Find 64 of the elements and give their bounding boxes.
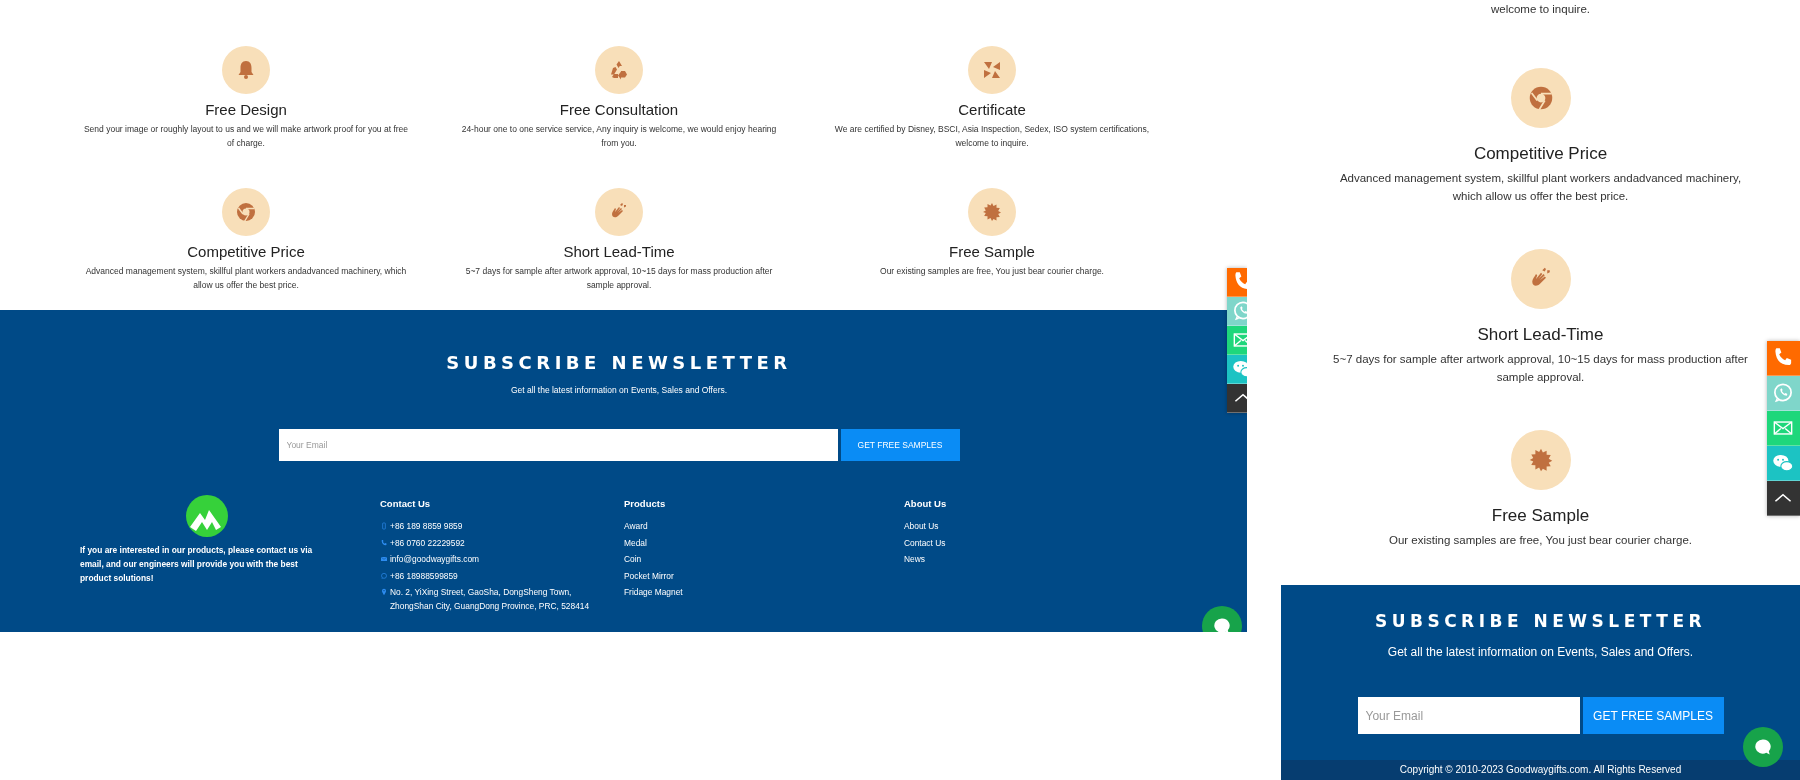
column-heading: About Us [904,498,948,509]
phone-icon[interactable] [1767,341,1800,376]
footer-link[interactable]: Fridage Magnet [624,585,683,599]
feature-description: Our existing samples are free, You just bear courier charge. [1389,533,1692,548]
mail-icon [380,555,388,563]
feature-title: Free Consultation [559,101,679,118]
mail-icon[interactable] [1767,411,1800,446]
footer-link[interactable]: News [904,552,925,566]
email-field[interactable]: Your Email [278,429,838,461]
feature-description: welcome to inquire. [1489,2,1592,17]
logo-icon [186,495,228,537]
feature-description: Send your image or roughly layout to us and we will make artwork proof for you at free of charge. [82,123,410,150]
feature-title: Certificate [958,101,1026,118]
contact-detail: +86 18988599859 [390,569,458,583]
phone-icon[interactable] [1227,268,1247,297]
feature-description: We are certified by Disney, BSCI, Asia Inspection, Sedex, ISO system certifications, welcome to inquire. [833,123,1151,150]
footer-link[interactable]: Coin [624,552,642,566]
contact-detail: No. 2, YiXing Street, GaoSha, DongSheng Town, ZhongShan City, GuangDong Province, PRC, 528414 [390,586,591,613]
footer-link[interactable]: About Us [904,519,939,533]
feature-description: Advanced management system, skillful plant workers andadvanced machinery, which allow us offer the best price. [84,265,408,292]
phone-icon [380,538,388,547]
feature-description: 5~7 days for sample after artwork approval, 10~15 days for mass production after sample approval. [464,265,774,292]
whatsapp-icon [380,571,388,580]
scroll-to-top-icon[interactable] [1227,384,1247,413]
mobile-phone-icon [380,522,388,530]
footer-link[interactable]: Award [624,519,648,533]
sunburst-icon [968,188,1016,236]
whatsapp-icon[interactable] [1227,297,1247,326]
column-heading: Products [624,498,667,509]
feature-title: Competitive Price [1473,144,1608,164]
footer-link[interactable]: Contact Us [904,535,946,550]
footer-link[interactable]: Medal [624,535,647,550]
newsletter-title: SUBSCRIBE NEWSLETTER [446,352,792,373]
feature-title: Competitive Price [187,243,305,260]
feature-title: Short Lead-Time [563,243,675,260]
recycle-icon [595,46,643,94]
bell-icon [222,46,270,94]
contact-detail: +86 189 8859 9859 [390,520,463,533]
speech-bubble-icon [1212,616,1232,632]
feature-title: Free Sample [949,243,1035,260]
contact-detail: +86 0760 22229592 [390,536,465,550]
feature-description: 24-hour one to one service service, Any inquiry is welcome, we would enjoy hearing from you. [460,123,778,150]
location-pin-icon [380,588,388,596]
feature-title: Short Lead-Time [1477,325,1604,345]
feature-description: Our existing samples are free, You just bear courier charge. [880,265,1104,278]
whatsapp-icon[interactable] [1767,376,1800,411]
feature-title: Free Design [205,101,287,118]
newsletter-subtitle: Get all the latest information on Events, Sales and Offers. [1387,645,1694,659]
pinwheel-icon [968,46,1016,94]
feature-description: Advanced management system, skillful plant workers andadvanced machinery, which allow us offer the best price. [1338,171,1743,204]
about-text: If you are interested in our products, please contact us via email, and our engineers will provide you with the best product solutions! [80,544,314,585]
feature-description: 5~7 days for sample after artwork approval, 10~15 days for mass production after sample approval. [1332,352,1749,385]
copyright-text: Copyright © 2010-2023 Goodwaygifts.com. All Rights Reserved [1281,760,1800,780]
chrome-icon [222,188,270,236]
newsletter-title: SUBSCRIBE NEWSLETTER [1374,611,1707,631]
newsletter-subtitle: Get all the latest information on Events, Sales and Offers. [510,385,728,395]
footer-link[interactable]: Pocket Mirror [624,568,674,583]
mail-icon[interactable] [1227,326,1247,355]
column-heading: Contact Us [380,498,432,509]
speech-bubble-icon [1753,737,1773,757]
scroll-to-top-icon[interactable] [1767,481,1800,516]
feature-title: Free Sample [1491,506,1590,526]
email-field[interactable]: Your Email [1357,697,1580,734]
contact-detail: info@goodwaygifts.com [390,553,480,566]
